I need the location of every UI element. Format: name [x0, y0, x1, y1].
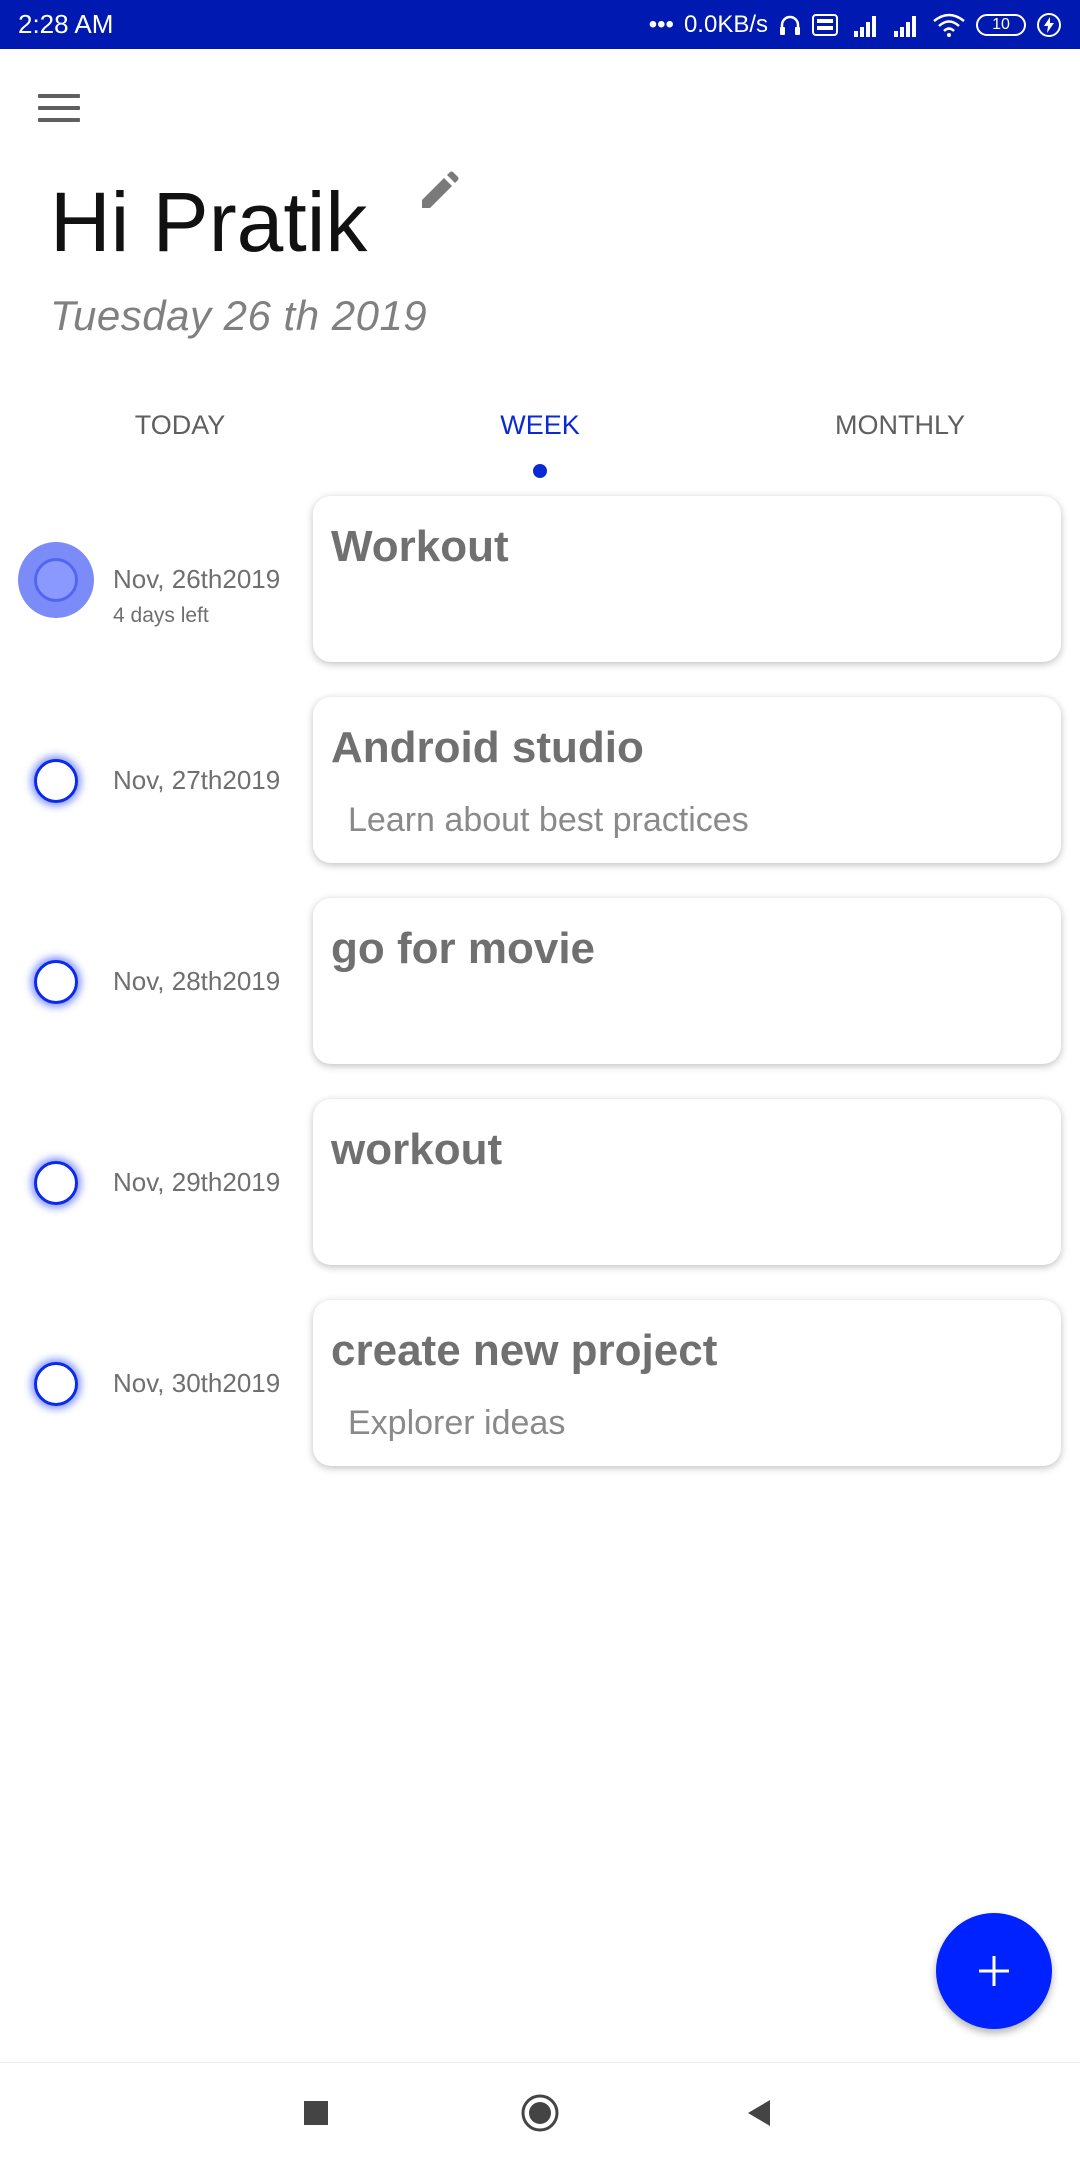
task-checkbox[interactable] — [34, 1161, 78, 1205]
tab-week[interactable]: WEEK — [500, 410, 580, 441]
task-card[interactable]: Android studio Learn about best practice… — [313, 697, 1061, 863]
page-title: Hi Pratik — [50, 175, 368, 269]
circle-icon — [521, 2094, 559, 2132]
plus-icon — [979, 1956, 1009, 1986]
task-title: workout — [331, 1125, 503, 1174]
task-card[interactable]: go for movie — [313, 898, 1061, 1064]
battery-indicator: 10 — [976, 13, 1026, 36]
task-card[interactable]: workout — [313, 1099, 1061, 1265]
hamburger-menu-icon[interactable] — [38, 94, 80, 124]
task-title: create new project — [331, 1326, 718, 1375]
period-tabs: TODAY WEEK MONTHLY — [0, 400, 1080, 480]
wifi-icon — [932, 13, 966, 37]
task-row: Nov, 28th2019 go for movie — [0, 898, 1080, 1066]
task-title: Android studio — [331, 723, 644, 772]
system-nav-bar — [0, 2062, 1080, 2161]
task-date: Nov, 29th2019 — [113, 1167, 281, 1197]
signal-4g-icon — [848, 13, 880, 37]
task-row: Nov, 26th2019 4 days left Workout — [0, 496, 1080, 664]
task-card[interactable]: Workout — [313, 496, 1061, 662]
status-time: 2:28 AM — [18, 9, 114, 39]
active-tab-indicator — [533, 464, 547, 478]
task-row: Nov, 30th2019 create new project Explore… — [0, 1300, 1080, 1468]
task-row: Nov, 27th2019 Android studio Learn about… — [0, 697, 1080, 865]
add-task-button[interactable] — [936, 1913, 1052, 2029]
headphones-icon — [778, 13, 802, 37]
back-triangle-icon — [748, 2100, 770, 2126]
recents-button[interactable] — [292, 2089, 340, 2137]
signal-icon — [890, 13, 922, 37]
task-card[interactable]: create new project Explorer ideas — [313, 1300, 1061, 1466]
volte-icon — [812, 13, 838, 37]
home-button[interactable] — [516, 2089, 564, 2137]
task-checkbox[interactable] — [34, 960, 78, 1004]
current-date: Tuesday 26 th 2019 — [50, 292, 428, 339]
task-description: Explorer ideas — [348, 1404, 566, 1442]
task-checkbox[interactable] — [34, 759, 78, 803]
network-speed: 0.0KB/s — [683, 10, 768, 38]
task-days-left: 4 days left — [113, 604, 209, 627]
status-bar: 2:28 AM ••• 0.0KB/s 10 — [0, 0, 1080, 49]
more-dots-icon: ••• — [648, 10, 674, 38]
task-row: Nov, 29th2019 workout — [0, 1099, 1080, 1267]
task-date: Nov, 27th2019 — [113, 765, 281, 795]
task-checkbox[interactable] — [34, 1362, 78, 1406]
tab-today[interactable]: TODAY — [135, 410, 226, 441]
task-date: Nov, 26th2019 — [113, 564, 281, 594]
task-title: Workout — [331, 522, 509, 571]
task-description: Learn about best practices — [348, 801, 749, 839]
task-date: Nov, 28th2019 — [113, 966, 281, 996]
task-title: go for movie — [331, 924, 596, 973]
square-icon — [304, 2101, 328, 2125]
status-icons: ••• 0.0KB/s 10 — [649, 11, 1062, 39]
task-checkbox[interactable] — [18, 542, 94, 618]
task-date: Nov, 30th2019 — [113, 1368, 281, 1398]
back-button[interactable] — [736, 2089, 784, 2137]
tab-monthly[interactable]: MONTHLY — [835, 410, 965, 441]
charging-icon — [1036, 12, 1062, 38]
pencil-icon[interactable] — [414, 168, 462, 216]
